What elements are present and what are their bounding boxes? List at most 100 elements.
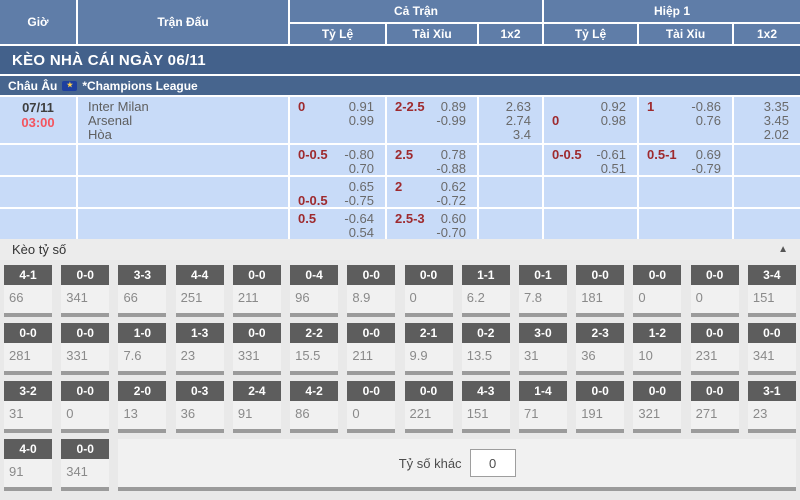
odds-cell[interactable]: 0-0.5-0.610.51 [544, 145, 637, 175]
score-cell[interactable]: 0-00 [61, 381, 109, 433]
odds-line[interactable]: 0-0.5-0.61 [544, 147, 637, 161]
odds-line[interactable]: 2.50.78 [387, 147, 477, 161]
score-cell[interactable]: 0-0211 [233, 265, 281, 317]
score-cell[interactable]: 3-231 [4, 381, 52, 433]
odds-line[interactable]: 2.02 [734, 127, 800, 141]
score-cell[interactable]: 2-215.5 [290, 323, 338, 375]
odds-line[interactable]: -0.79 [639, 161, 732, 175]
odds-cell[interactable] [479, 145, 542, 175]
score-cell[interactable]: 0-0231 [691, 323, 739, 375]
score-cell[interactable]: 4-3151 [462, 381, 510, 433]
odds-cell[interactable]: 2-2.50.89-0.99 [387, 97, 477, 143]
odds-cell[interactable] [639, 209, 732, 239]
odds-cell[interactable]: 0.5-0.640.54 [290, 209, 385, 239]
score-cell[interactable]: 4-4251 [176, 265, 224, 317]
odds-line[interactable]: 3.45 [734, 113, 800, 127]
odds-line[interactable]: -0.70 [387, 225, 477, 239]
score-cell[interactable]: 0-0341 [61, 439, 109, 491]
odds-line[interactable]: 0.65 [290, 179, 385, 193]
odds-cell[interactable] [734, 177, 800, 207]
odds-line[interactable]: 0-0.5-0.75 [290, 193, 385, 207]
score-cell[interactable]: 0-496 [290, 265, 338, 317]
odds-line[interactable]: -0.72 [387, 193, 477, 207]
odds-line[interactable]: 0.70 [290, 161, 385, 175]
odds-cell[interactable]: 1-0.860.76 [639, 97, 732, 143]
odds-cell[interactable]: 2.632.743.4 [479, 97, 542, 143]
score-cell[interactable]: 4-286 [290, 381, 338, 433]
score-cell[interactable]: 2-19.9 [405, 323, 453, 375]
odds-line[interactable]: 2.63 [479, 99, 542, 113]
score-cell[interactable]: 3-123 [748, 381, 796, 433]
score-cell[interactable]: 2-491 [233, 381, 281, 433]
score-cell[interactable]: 0-336 [176, 381, 224, 433]
odds-line[interactable]: 00.91 [290, 99, 385, 113]
odds-cell[interactable]: 0.5-10.69-0.79 [639, 145, 732, 175]
odds-line[interactable]: 3.35 [734, 99, 800, 113]
score-cell[interactable]: 0-0331 [233, 323, 281, 375]
odds-line[interactable]: 0.92 [544, 99, 637, 113]
score-cell[interactable]: 0-0321 [633, 381, 681, 433]
score-cell[interactable]: 0-00 [405, 265, 453, 317]
score-cell[interactable]: 0-0211 [347, 323, 395, 375]
odds-line[interactable]: 0.51 [544, 161, 637, 175]
odds-line[interactable]: 00.98 [544, 113, 637, 127]
score-cell[interactable]: 2-013 [118, 381, 166, 433]
score-cell[interactable]: 0-00 [633, 265, 681, 317]
score-cell[interactable]: 4-166 [4, 265, 52, 317]
odds-line[interactable]: 1-0.86 [639, 99, 732, 113]
odds-cell[interactable] [639, 177, 732, 207]
odds-line[interactable]: 3.4 [479, 127, 542, 141]
collapse-arrow-icon[interactable]: ▲ [778, 244, 788, 255]
odds-cell[interactable]: 2.50.78-0.88 [387, 145, 477, 175]
odds-line[interactable]: 2.74 [479, 113, 542, 127]
score-cell[interactable]: 0-0331 [61, 323, 109, 375]
score-cell[interactable]: 0-08.9 [347, 265, 395, 317]
odds-cell[interactable] [544, 209, 637, 239]
score-cell[interactable]: 3-031 [519, 323, 567, 375]
odds-cell[interactable] [479, 209, 542, 239]
score-cell[interactable]: 0-0271 [691, 381, 739, 433]
score-cell[interactable]: 3-366 [118, 265, 166, 317]
odds-cell[interactable]: 0.9200.98 [544, 97, 637, 143]
score-cell[interactable]: 0-0221 [405, 381, 453, 433]
score-cell[interactable]: 0-17.8 [519, 265, 567, 317]
odds-line[interactable]: 0.5-0.64 [290, 211, 385, 225]
odds-cell[interactable] [479, 177, 542, 207]
score-cell[interactable]: 1-210 [633, 323, 681, 375]
score-cell[interactable]: 0-213.5 [462, 323, 510, 375]
odds-cell[interactable] [734, 209, 800, 239]
score-cell[interactable]: 0-00 [347, 381, 395, 433]
odds-line[interactable]: 2.5-30.60 [387, 211, 477, 225]
odds-cell[interactable]: 0-0.5-0.800.70 [290, 145, 385, 175]
odds-line[interactable]: 0.99 [290, 113, 385, 127]
score-cell[interactable]: 0-0181 [576, 265, 624, 317]
odds-cell[interactable]: 00.910.99 [290, 97, 385, 143]
score-cell[interactable]: 1-07.6 [118, 323, 166, 375]
score-cell[interactable]: 1-471 [519, 381, 567, 433]
odds-cell[interactable]: 3.353.452.02 [734, 97, 800, 143]
score-cell[interactable]: 1-16.2 [462, 265, 510, 317]
odds-cell[interactable]: 0.650-0.5-0.75 [290, 177, 385, 207]
score-cell[interactable]: 2-336 [576, 323, 624, 375]
score-cell[interactable]: 3-4151 [748, 265, 796, 317]
odds-line[interactable]: 2-2.50.89 [387, 99, 477, 113]
other-score-input[interactable]: 0 [470, 449, 516, 477]
odds-cell[interactable] [544, 177, 637, 207]
odds-line[interactable]: 20.62 [387, 179, 477, 193]
odds-cell[interactable]: 2.5-30.60-0.70 [387, 209, 477, 239]
odds-cell[interactable] [734, 145, 800, 175]
score-cell[interactable]: 0-00 [691, 265, 739, 317]
score-cell[interactable]: 4-091 [4, 439, 52, 491]
odds-line[interactable]: -0.99 [387, 113, 477, 127]
odds-cell[interactable]: 20.62-0.72 [387, 177, 477, 207]
odds-line[interactable]: 0.76 [639, 113, 732, 127]
odds-line[interactable]: 0-0.5-0.80 [290, 147, 385, 161]
score-cell[interactable]: 0-0341 [61, 265, 109, 317]
odds-line[interactable]: 0.54 [290, 225, 385, 239]
score-cell[interactable]: 0-0341 [748, 323, 796, 375]
score-cell[interactable]: 1-323 [176, 323, 224, 375]
score-cell[interactable]: 0-0191 [576, 381, 624, 433]
score-cell[interactable]: 0-0281 [4, 323, 52, 375]
odds-line[interactable]: -0.88 [387, 161, 477, 175]
odds-line[interactable]: 0.5-10.69 [639, 147, 732, 161]
